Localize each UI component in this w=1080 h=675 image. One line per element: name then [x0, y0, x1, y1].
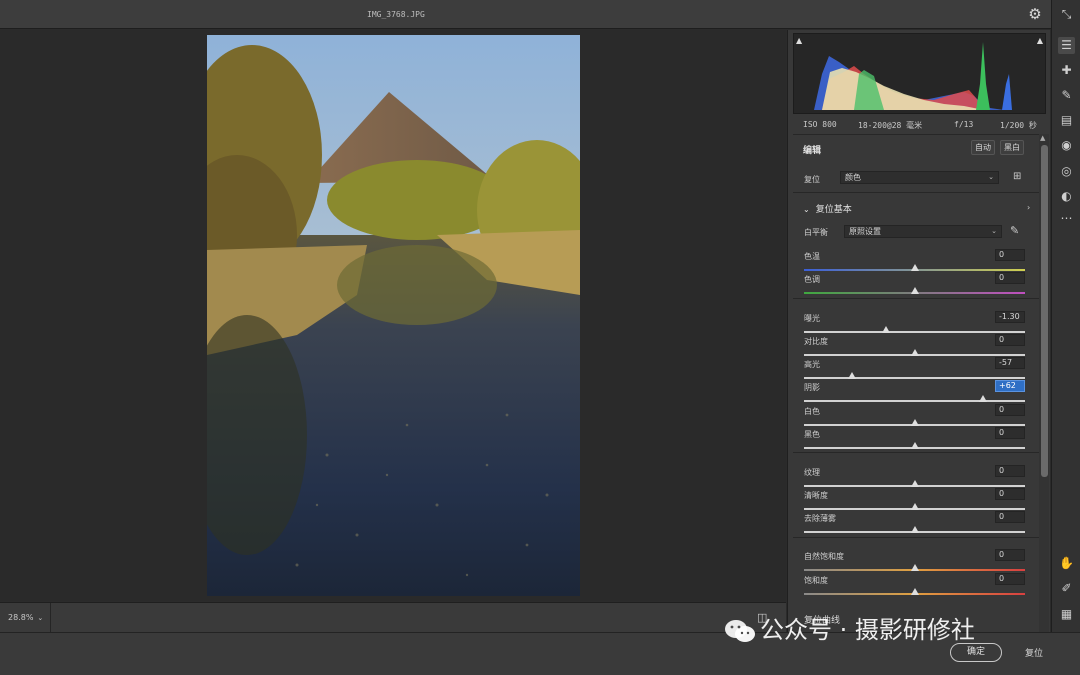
chevron-down-icon: ⌄ [988, 173, 994, 181]
divider [793, 298, 1039, 299]
slider-thumb[interactable] [910, 442, 919, 449]
slider-value-input[interactable]: 0 [995, 427, 1025, 439]
slider-thumb[interactable] [910, 264, 919, 271]
slider-label: 去除薄雾 [804, 514, 836, 523]
slider-thumb[interactable] [910, 287, 919, 294]
radial-filter-icon[interactable]: ◉ [1058, 137, 1075, 154]
panel-scroll-thumb[interactable] [1041, 145, 1048, 477]
white-balance-label: 白平衡 [804, 228, 828, 237]
slider-value-input[interactable]: +62 [995, 380, 1025, 392]
highlight-clipping-icon[interactable]: ▲ [1037, 36, 1043, 45]
slider-label: 饱和度 [804, 576, 828, 585]
chevron-down-icon: ⌄ [803, 205, 810, 214]
slider-track[interactable] [804, 400, 1025, 402]
canvas-status-bar: 28.8% ⌄ ◫ [0, 602, 786, 633]
slider-label: 黑色 [804, 430, 820, 439]
slider-value-input[interactable]: 0 [995, 334, 1025, 346]
gear-icon[interactable]: ⚙ [1027, 6, 1043, 22]
slider-thumb[interactable] [910, 503, 919, 510]
auto-button[interactable]: 自动 [971, 140, 995, 155]
edit-sliders-icon[interactable]: ☰ [1058, 37, 1075, 54]
gradient-icon[interactable]: ▤ [1058, 112, 1075, 129]
edit-panel: ▲ ▲ ISO 800 18-200@28 毫米 f/13 1/200 秒 编辑… [787, 30, 1050, 632]
chevron-right-icon[interactable]: › [1027, 203, 1030, 212]
slider-value-input[interactable]: 0 [995, 465, 1025, 477]
slider-thumb[interactable] [910, 349, 919, 356]
slider-thumb[interactable] [910, 588, 919, 595]
eyedropper-icon[interactable]: ✎ [1010, 224, 1019, 237]
divider [793, 537, 1039, 538]
profile-label: 复位 [804, 175, 820, 184]
slider-label: 色温 [804, 252, 820, 261]
slider-label: 曝光 [804, 314, 820, 323]
chevron-down-icon: ⌄ [37, 614, 44, 622]
slider-label: 对比度 [804, 337, 828, 346]
slider-value-input[interactable]: 0 [995, 573, 1025, 585]
chevron-down-icon: ⌄ [991, 227, 997, 235]
slider-track[interactable] [804, 377, 1025, 379]
fullscreen-icon[interactable]: ⤡ [1058, 6, 1075, 23]
camera-info: ISO 800 18-200@28 毫米 f/13 1/200 秒 [788, 118, 1050, 132]
bw-button[interactable]: 黑白 [1000, 140, 1024, 155]
divider [793, 134, 1039, 135]
slider-label: 纹理 [804, 468, 820, 477]
slider-thumb[interactable] [881, 326, 890, 333]
zoom-level[interactable]: 28.8% ⌄ [8, 613, 43, 622]
color-sampler-icon[interactable]: ✐ [1058, 580, 1075, 597]
watermark: 公众号 · 摄影研修社 [724, 612, 1054, 648]
shadow-clipping-icon[interactable]: ▲ [796, 36, 802, 45]
slider-value-input[interactable]: -57 [995, 357, 1025, 369]
iso-value: ISO 800 [803, 120, 837, 129]
slider-thumb[interactable] [910, 419, 919, 426]
scroll-up-icon[interactable]: ▲ [1040, 134, 1045, 142]
hand-icon[interactable]: ✋ [1058, 555, 1075, 572]
presets-icon[interactable]: ◐ [1058, 188, 1075, 205]
slider-label: 高光 [804, 360, 820, 369]
aperture-value: f/13 [954, 120, 974, 129]
slider-value-input[interactable]: 0 [995, 272, 1025, 284]
slider-label: 自然饱和度 [804, 552, 844, 561]
histogram-graph [814, 42, 1012, 110]
shutter-value: 1/200 秒 [1000, 121, 1037, 130]
title-bar: IMG_3768.JPG ⚙ [0, 0, 1080, 29]
lens-value: 18-200@28 毫米 [858, 121, 923, 130]
landscape-photo [207, 35, 580, 596]
slider-thumb[interactable] [910, 564, 919, 571]
more-icon[interactable]: ⋯ [1058, 210, 1075, 227]
slider-label: 清晰度 [804, 491, 828, 500]
slider-thumb[interactable] [910, 526, 919, 533]
slider-label: 阴影 [804, 383, 820, 392]
profile-browser-icon[interactable]: ⊞ [1013, 171, 1021, 182]
slider-value-input[interactable]: -1.30 [995, 311, 1025, 323]
file-name: IMG_3768.JPG [367, 10, 425, 19]
tool-strip: ⤡ ☰ ✚ ✎ ▤ ◉ ◎ ◐ ⋯ ✋ ✐ ▦ [1051, 0, 1080, 632]
divider [793, 192, 1039, 193]
healing-icon[interactable]: ✚ [1058, 62, 1075, 79]
photo-preview [207, 35, 580, 596]
profile-dropdown[interactable]: 颜色 ⌄ [840, 171, 999, 184]
red-eye-icon[interactable]: ◎ [1058, 163, 1075, 180]
slider-track[interactable] [804, 331, 1025, 333]
slider-thumb[interactable] [847, 372, 856, 379]
grid-icon[interactable]: ▦ [1058, 606, 1075, 623]
divider [793, 452, 1039, 453]
histogram: ▲ ▲ [793, 33, 1046, 114]
slider-label: 白色 [804, 407, 820, 416]
slider-value-input[interactable]: 0 [995, 549, 1025, 561]
slider-thumb[interactable] [910, 480, 919, 487]
basic-section-header[interactable]: ⌄ 复位基本 [803, 202, 852, 215]
white-balance-dropdown[interactable]: 原照设置 ⌄ [844, 225, 1002, 238]
divider [50, 603, 51, 633]
edit-header: 编辑 [803, 146, 822, 156]
slider-value-input[interactable]: 0 [995, 511, 1025, 523]
slider-value-input[interactable]: 0 [995, 404, 1025, 416]
slider-value-input[interactable]: 0 [995, 249, 1025, 261]
brush-icon[interactable]: ✎ [1058, 87, 1075, 104]
wechat-icon [725, 620, 755, 642]
slider-label: 色调 [804, 275, 820, 284]
slider-thumb[interactable] [979, 395, 987, 402]
image-canvas[interactable] [0, 30, 786, 601]
slider-value-input[interactable]: 0 [995, 488, 1025, 500]
